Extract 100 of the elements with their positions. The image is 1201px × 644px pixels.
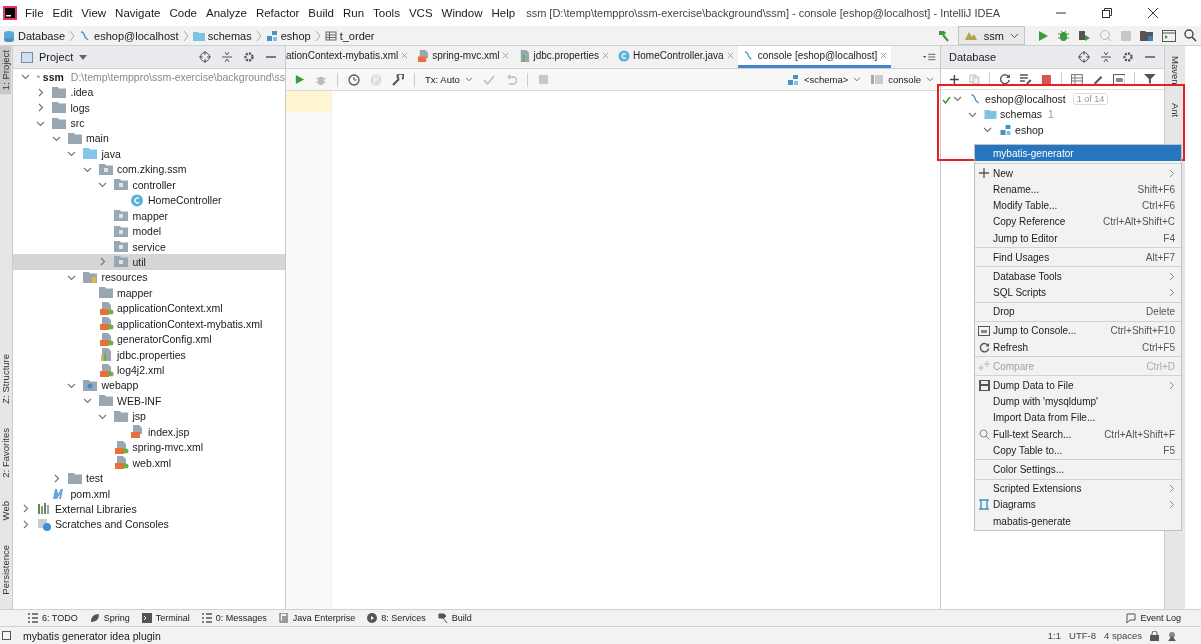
editor-tab[interactable]: jdbc.properties	[513, 46, 614, 68]
layout-toggle-icon[interactable]	[2, 631, 11, 640]
menu-item[interactable]: Dump Data to File	[975, 377, 1181, 394]
refresh-icon[interactable]	[998, 73, 1011, 85]
caret-position[interactable]: 1:1	[1047, 630, 1062, 641]
locate-icon[interactable]	[1078, 51, 1091, 63]
schema-dropdown[interactable]: <schema>	[786, 73, 862, 86]
tool-window-tab[interactable]: Z: Structure	[0, 350, 12, 408]
tree-item[interactable]: schemas 1	[941, 106, 1165, 123]
tool-window-button[interactable]: Spring	[89, 613, 130, 623]
debug-icon[interactable]	[1057, 29, 1070, 42]
menu-item[interactable]: mybatis-generator	[975, 145, 1181, 162]
indent-setting[interactable]: 4 spaces	[1103, 630, 1142, 641]
tool-window-button[interactable]: Build	[437, 613, 472, 623]
close-icon[interactable]	[1147, 7, 1159, 19]
table-icon[interactable]	[1070, 73, 1083, 85]
menu-item[interactable]: View	[81, 7, 107, 19]
search-icon[interactable]	[1184, 29, 1197, 42]
tool-window-tab[interactable]: Maven	[1169, 52, 1181, 89]
stop-icon[interactable]	[1041, 73, 1052, 85]
menu-item[interactable]: Color Settings...	[975, 461, 1181, 478]
menu-item[interactable]: Diagrams	[975, 496, 1181, 513]
run-icon[interactable]	[294, 74, 305, 85]
tool-window-tab[interactable]: Persistence	[0, 540, 12, 599]
tree-item[interactable]: .idea	[13, 84, 285, 100]
menu-item[interactable]: File	[25, 7, 44, 19]
menu-item[interactable]: Import Data from File...	[975, 409, 1181, 426]
menu-item[interactable]: Dump with 'mysqldump'	[975, 393, 1181, 410]
tree-item[interactable]: log4j2.xml	[13, 362, 285, 378]
tree-item[interactable]: util	[13, 254, 285, 270]
run-icon[interactable]	[1037, 29, 1049, 42]
locate-icon[interactable]	[199, 51, 211, 63]
editor-tab[interactable]: spring-mvc.xml	[412, 46, 514, 68]
tool-window-button[interactable]: Terminal	[141, 613, 190, 623]
tree-item[interactable]: web.xml	[13, 454, 285, 471]
menu-item[interactable]: New	[975, 165, 1181, 182]
tree-item[interactable]: index.jsp	[13, 424, 285, 440]
menu-item[interactable]: Analyze	[205, 7, 247, 19]
tree-item[interactable]: jdbc.properties	[13, 346, 285, 363]
tree-item[interactable]: controller	[13, 177, 285, 193]
tree-item[interactable]: spring-mvc.xml	[13, 439, 285, 455]
tree-item[interactable]: generatorConfig.xml	[13, 331, 285, 347]
duplicate-icon[interactable]	[968, 73, 980, 85]
tree-item[interactable]: WEB-INF	[13, 393, 285, 409]
menu-item[interactable]: Modify Table... Ctrl+F6	[975, 197, 1181, 214]
project-structure-icon[interactable]	[1140, 29, 1154, 42]
tool-window-button[interactable]: 0: Messages	[201, 613, 267, 623]
breadcrumb[interactable]: eshop	[265, 29, 311, 42]
tree-item[interactable]: logs	[13, 99, 285, 116]
event-log-button[interactable]: Event Log	[1126, 613, 1181, 623]
wrench-icon[interactable]	[392, 73, 404, 86]
restore-icon[interactable]	[1101, 7, 1113, 19]
tool-window-tab[interactable]: 2: Favorites	[0, 423, 12, 482]
tree-item[interactable]: mapper	[13, 207, 285, 224]
menu-item[interactable]: VCS	[408, 7, 433, 19]
tree-item[interactable]: model	[13, 223, 285, 239]
menu-item[interactable]: Tools	[373, 7, 400, 19]
tree-item[interactable]: mapper	[13, 285, 285, 301]
database-tools-icon[interactable]	[1019, 73, 1033, 85]
tree-item[interactable]: External Libraries	[13, 501, 285, 517]
tree-item[interactable]: Scratches and Consoles	[13, 516, 285, 533]
menu-item[interactable]: Help	[491, 7, 516, 19]
tree-item[interactable]: applicationContext.xml	[13, 300, 285, 316]
tree-item[interactable]: jsp	[13, 408, 285, 425]
menu-item[interactable]: Copy Reference Ctrl+Alt+Shift+C	[975, 213, 1181, 230]
file-encoding[interactable]: UTF-8	[1069, 630, 1096, 641]
tree-item[interactable]: pom.xml	[13, 485, 285, 502]
breadcrumb[interactable]: t_order	[324, 29, 375, 42]
breadcrumb[interactable]: schemas	[192, 29, 252, 42]
collapse-all-icon[interactable]	[1100, 51, 1113, 63]
tool-window-button[interactable]: Java Enterprise	[278, 613, 356, 623]
run-configuration-dropdown[interactable]: ssm	[957, 26, 1025, 45]
menu-item[interactable]: Jump to Console... Ctrl+Shift+F10	[975, 322, 1181, 340]
menu-item[interactable]: Copy Table to... F5	[975, 442, 1181, 459]
breadcrumb[interactable]: eshop@localhost	[79, 29, 179, 42]
menu-item[interactable]: Build	[308, 7, 334, 19]
coverage-icon[interactable]	[1078, 29, 1091, 42]
tree-item[interactable]: com.zking.ssm	[13, 161, 285, 178]
breadcrumb[interactable]: Database	[3, 29, 66, 42]
inspector-icon[interactable]	[1167, 630, 1177, 641]
menu-item[interactable]: Database Tools	[975, 268, 1181, 285]
terminal-window-icon[interactable]	[1162, 29, 1176, 42]
tree-item[interactable]: HomeController	[13, 192, 285, 208]
tree-item[interactable]: ssm D:\temp\temppro\ssm-exercise\background\ss	[13, 69, 285, 85]
menu-item[interactable]: Rename... Shift+F6	[975, 181, 1181, 198]
tree-item[interactable]: main	[13, 130, 285, 147]
tool-window-button[interactable]: 8: Services	[367, 613, 426, 623]
menu-item[interactable]: Refresh Ctrl+F5	[975, 339, 1181, 356]
tree-item[interactable]: java	[13, 146, 285, 162]
editor-tab[interactable]: console [eshop@localhost]	[737, 46, 892, 68]
filter-icon[interactable]	[1144, 73, 1157, 85]
collapse-all-icon[interactable]	[221, 51, 233, 63]
menu-item[interactable]: Drop Delete	[975, 303, 1181, 320]
panel-title-dropdown[interactable]: Project	[21, 51, 88, 63]
tree-item[interactable]: resources	[13, 269, 285, 286]
menu-item[interactable]: Code	[169, 7, 197, 19]
settings-icon[interactable]	[243, 51, 255, 63]
tree-item[interactable]: service	[13, 238, 285, 255]
tree-item[interactable]: eshop	[941, 122, 1165, 138]
tool-window-button[interactable]: 6: TODO	[28, 613, 78, 623]
